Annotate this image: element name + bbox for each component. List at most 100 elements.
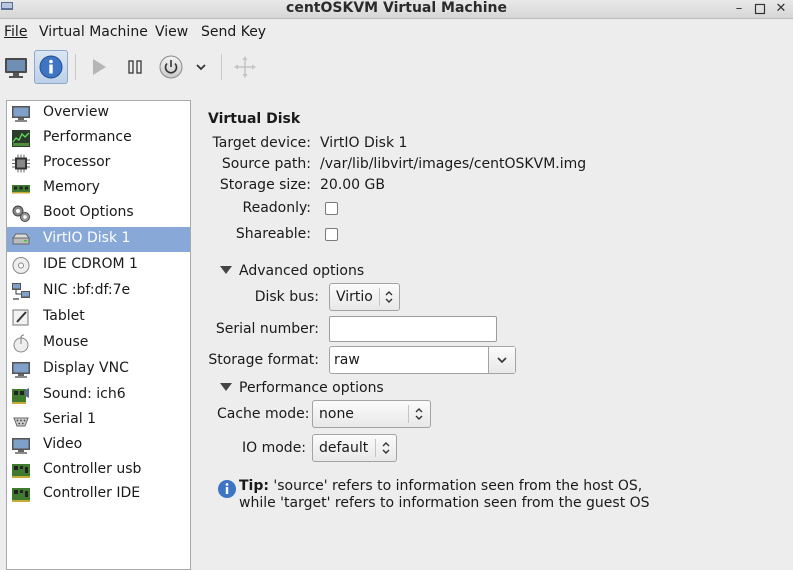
storage-size-label: Storage size: [219,177,311,193]
controller-card-icon [12,464,30,478]
menu-view[interactable]: View [155,24,188,40]
serial-number-input[interactable] [329,316,497,342]
shareable-label: Shareable: [235,226,311,242]
sidebar-item-sound[interactable]: Sound: ich6 [7,383,190,408]
network-icon [12,283,30,300]
monitor-icon [12,106,30,122]
storage-size-value: 20.00 GB [320,177,385,193]
sidebar-item-mouse[interactable]: Mouse [7,331,190,356]
menu-virtual-machine[interactable]: Virtual Machine [39,24,148,40]
sidebar-item-controller-ide[interactable]: Controller IDE [7,482,190,507]
sidebar-item-serial-1[interactable]: Serial 1 [7,408,190,433]
sidebar-item-tablet[interactable]: Tablet [7,305,190,330]
sidebar-item-ide-cdrom-1[interactable]: IDE CDROM 1 [7,253,190,278]
sidebar-item-overview[interactable]: Overview [7,101,190,126]
target-device-value: VirtIO Disk 1 [320,135,408,151]
performance-chart-icon [12,130,30,147]
sidebar-item-video[interactable]: Video [7,433,190,458]
advanced-options-expander[interactable]: Advanced options [220,263,364,279]
sidebar-item-controller-usb[interactable]: Controller usb [7,458,190,483]
minimize-icon[interactable]: – [731,1,747,17]
sidebar-item-label: Display VNC [43,360,129,376]
storage-format-label: Storage format: [208,352,319,368]
sidebar-item-processor[interactable]: Processor [7,151,190,176]
display-icon [12,362,30,378]
maximize-icon[interactable] [752,1,768,17]
fullscreen-button[interactable] [228,50,262,84]
readonly-checkbox[interactable] [325,202,338,215]
source-path-value: /var/lib/libvirt/images/centOSKVM.img [320,156,587,172]
sidebar-item-memory[interactable]: Memory [7,176,190,201]
sidebar-item-label: Serial 1 [43,411,96,427]
tip-line1: 'source' refers to information seen from… [268,478,643,494]
io-mode-combo[interactable]: default [312,434,397,462]
disk-details-panel: Virtual Disk Target device: VirtIO Disk … [200,100,793,570]
sidebar-item-label: Tablet [43,308,85,324]
cache-mode-label: Cache mode: [217,406,310,422]
sidebar-item-label: Controller IDE [43,485,141,501]
memory-module-icon [12,185,30,194]
storage-format-value: raw [334,352,360,368]
cache-mode-combo[interactable]: none [312,400,431,428]
expander-down-icon [220,383,232,391]
sidebar-item-label: Performance [43,129,132,145]
chevron-down-icon [497,357,507,364]
sidebar-item-boot-options[interactable]: Boot Options [7,201,190,226]
sidebar-item-display-vnc[interactable]: Display VNC [7,357,190,382]
advanced-options-label: Advanced options [239,263,365,279]
sidebar-item-label: Boot Options [43,204,134,220]
cdrom-icon [12,257,30,274]
sidebar-item-label: Overview [43,104,109,120]
cpu-chip-icon [12,154,30,173]
power-button[interactable] [154,50,188,84]
gears-icon [12,205,30,222]
sidebar-item-virtio-disk-1[interactable]: VirtIO Disk 1 [7,227,190,252]
section-title: Virtual Disk [208,111,301,127]
serial-port-icon [13,417,29,427]
storage-format-combo[interactable]: raw [329,346,516,374]
storage-format-dropdown-button[interactable] [488,347,515,373]
pause-button[interactable] [118,50,152,84]
sidebar-item-label: Mouse [43,334,89,350]
spin-arrows-icon [415,408,423,420]
source-path-label: Source path: [221,156,311,172]
menubar: File Virtual Machine View Send Key [0,20,793,46]
performance-options-label: Performance options [239,380,384,396]
console-monitor-icon [5,58,27,78]
close-icon[interactable]: ✕ [773,1,789,17]
performance-options-expander[interactable]: Performance options [220,380,384,396]
details-button[interactable] [34,50,68,84]
menu-file[interactable]: File [4,24,27,40]
sidebar-item-label: Sound: ich6 [43,386,126,402]
tip-line2: while 'target' refers to information see… [239,495,650,511]
serial-number-label: Serial number: [215,321,319,337]
tablet-pen-icon [12,309,29,326]
tip-bold: Tip: [239,478,269,494]
disk-bus-value: Virtio [336,289,373,305]
shareable-checkbox[interactable] [325,228,338,241]
window-titlebar[interactable]: centOSKVM Virtual Machine – ✕ [0,0,793,19]
sidebar-item-label: Controller usb [43,461,142,477]
dropdown-chevron-icon [196,64,206,71]
sidebar-item-label: Processor [43,154,111,170]
hard-disk-icon [12,233,30,245]
power-menu-button[interactable] [186,50,216,84]
toolbar [0,46,793,88]
hardware-list: Overview Performance Processor Memory Bo… [6,100,191,570]
sidebar-item-label: VirtIO Disk 1 [43,230,131,246]
disk-bus-label: Disk bus: [254,289,319,305]
console-button[interactable] [0,50,34,84]
run-button[interactable] [82,50,116,84]
sidebar-item-label: IDE CDROM 1 [43,256,138,272]
sidebar-item-label: Memory [43,179,100,195]
sidebar-item-nic[interactable]: NIC :bf:df:7e [7,279,190,304]
pause-icon [128,60,142,74]
disk-bus-combo[interactable]: Virtio [329,283,400,311]
sidebar-item-performance[interactable]: Performance [7,126,190,151]
sound-card-icon [12,388,29,404]
io-mode-value: default [319,440,369,456]
spin-arrows-icon [385,291,393,303]
menu-send-key[interactable]: Send Key [201,24,266,40]
sidebar-item-label: NIC :bf:df:7e [43,282,131,298]
info-icon [218,480,236,498]
